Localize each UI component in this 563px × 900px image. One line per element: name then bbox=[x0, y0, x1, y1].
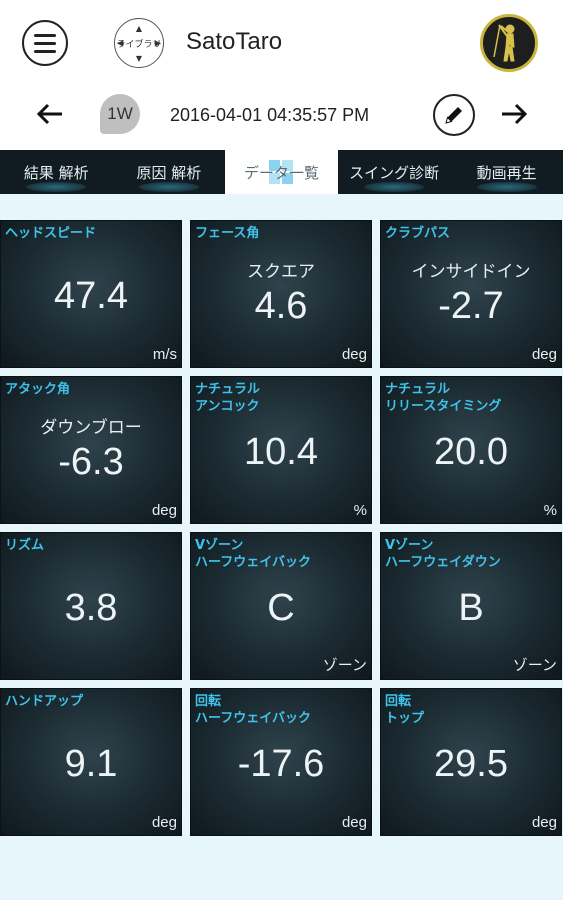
arrow-left-icon[interactable] bbox=[30, 94, 70, 134]
metric-tile-rotation-halfway-back[interactable]: 回転 ハーフウェイバック -17.6 deg bbox=[190, 688, 372, 836]
arrow-right-small-icon: ▶ bbox=[154, 38, 161, 48]
tab-video-playback[interactable]: 動画再生 bbox=[450, 150, 563, 194]
metric-title: Vゾーン ハーフウェイバック bbox=[195, 538, 311, 570]
tab-label: 結果 解析 bbox=[23, 163, 89, 182]
metric-unit: deg bbox=[341, 346, 367, 363]
metric-value: -17.6 bbox=[237, 743, 325, 785]
metric-title: フェース角 bbox=[195, 226, 260, 241]
metric-tile-hand-up[interactable]: ハンドアップ 9.1 deg bbox=[0, 688, 182, 836]
metric-tile-head-speed[interactable]: ヘッドスピード 47.4 m/s bbox=[0, 220, 182, 368]
tab-label: データ一覧 bbox=[243, 163, 319, 182]
golfer-silhouette-icon bbox=[493, 24, 515, 62]
tab-glow bbox=[476, 182, 537, 192]
metric-value: -2.7 bbox=[438, 285, 504, 327]
data-grid: ヘッドスピード 47.4 m/s フェース角 スクエア 4.6 deg クラブパ… bbox=[0, 194, 563, 900]
metric-title: Vゾーン ハーフウェイダウン bbox=[385, 538, 501, 570]
tab-data-list[interactable]: データ一覧 bbox=[225, 150, 338, 194]
metric-unit: % bbox=[543, 502, 557, 519]
hamburger-line bbox=[34, 33, 56, 37]
hamburger-line bbox=[34, 49, 56, 53]
menu-button[interactable] bbox=[22, 20, 68, 66]
metric-tile-vzone-halfway-down[interactable]: Vゾーン ハーフウェイダウン B ゾーン bbox=[380, 532, 562, 680]
metric-title: クラブパス bbox=[385, 226, 451, 241]
pencil-icon bbox=[445, 107, 462, 124]
metric-unit: deg bbox=[341, 814, 367, 831]
metric-title: ナチュラル リリースタイミング bbox=[385, 382, 502, 414]
tab-glow bbox=[138, 182, 199, 192]
metric-value: B bbox=[458, 587, 484, 629]
metric-title: リズム bbox=[5, 538, 45, 553]
metric-title: ヘッドスピード bbox=[5, 226, 97, 241]
tab-cause-analysis[interactable]: 原因 解析 bbox=[113, 150, 226, 194]
metric-title: 回転 トップ bbox=[385, 694, 425, 726]
tab-swing-diagnosis[interactable]: スイング診断 bbox=[338, 150, 451, 194]
metric-tile-rhythm[interactable]: リズム 3.8 bbox=[0, 532, 182, 680]
username: SatoTaro bbox=[186, 28, 283, 55]
shot-navigation: 1W 2016-04-01 04:35:57 PM bbox=[0, 88, 563, 146]
metric-value: 20.0 bbox=[434, 431, 508, 473]
metric-unit: % bbox=[353, 502, 367, 519]
metric-value: 9.1 bbox=[64, 743, 118, 785]
tab-glow bbox=[26, 182, 87, 192]
shot-datetime: 2016-04-01 04:35:57 PM bbox=[170, 105, 370, 125]
metric-unit: ゾーン bbox=[322, 657, 367, 674]
metric-unit: deg bbox=[151, 502, 177, 519]
metric-unit: deg bbox=[531, 814, 557, 831]
tab-glow bbox=[364, 182, 425, 192]
library-button[interactable]: ▲ ▼ ◀ ▶ ライブラリ bbox=[114, 18, 164, 68]
metric-tile-natural-release-timing[interactable]: ナチュラル リリースタイミング 20.0 % bbox=[380, 376, 562, 524]
metric-title: アタック角 bbox=[5, 382, 71, 397]
tab-result-analysis[interactable]: 結果 解析 bbox=[0, 150, 113, 194]
metric-unit: deg bbox=[531, 346, 557, 363]
arrow-left-small-icon: ◀ bbox=[117, 38, 124, 48]
tab-bar: 結果 解析 原因 解析 データ一覧 スイング診断 動画再生 bbox=[0, 150, 563, 194]
metric-value: C bbox=[267, 587, 295, 629]
tab-label: 動画再生 bbox=[476, 163, 537, 182]
metric-unit: m/s bbox=[152, 346, 177, 363]
club-badge: 1W bbox=[100, 94, 140, 134]
app-header: ▲ ▼ ◀ ▶ ライブラリ SatoTaro 1W 2016-04-01 04:… bbox=[0, 0, 563, 150]
club-label: 1W bbox=[107, 104, 133, 123]
arrow-right-icon[interactable] bbox=[494, 94, 534, 134]
metric-subtitle: スクエア bbox=[247, 262, 315, 282]
metric-value: 47.4 bbox=[54, 275, 128, 317]
metric-subtitle: ダウンブロー bbox=[40, 418, 142, 438]
metric-tile-club-path[interactable]: クラブパス インサイドイン -2.7 deg bbox=[380, 220, 562, 368]
metric-tile-rotation-top[interactable]: 回転 トップ 29.5 deg bbox=[380, 688, 562, 836]
metric-tile-natural-uncock[interactable]: ナチュラル アンコック 10.4 % bbox=[190, 376, 372, 524]
metric-tile-attack-angle[interactable]: アタック角 ダウンブロー -6.3 deg bbox=[0, 376, 182, 524]
golfer-avatar-icon[interactable] bbox=[480, 14, 538, 72]
edit-button[interactable] bbox=[433, 94, 475, 136]
metric-unit: ゾーン bbox=[512, 657, 557, 674]
tab-label: 原因 解析 bbox=[136, 163, 202, 182]
metric-subtitle: インサイドイン bbox=[411, 262, 531, 282]
metric-title: 回転 ハーフウェイバック bbox=[195, 694, 311, 726]
arrow-up-icon: ▲ bbox=[135, 24, 143, 33]
metric-value: 3.8 bbox=[64, 587, 118, 629]
metric-title: ハンドアップ bbox=[5, 694, 84, 709]
arrow-down-icon: ▼ bbox=[135, 54, 143, 63]
metric-value: 4.6 bbox=[254, 285, 308, 327]
metric-value: 29.5 bbox=[434, 743, 508, 785]
metric-unit: deg bbox=[151, 814, 177, 831]
metric-title: ナチュラル アンコック bbox=[195, 382, 261, 414]
metric-tile-vzone-halfway-back[interactable]: Vゾーン ハーフウェイバック C ゾーン bbox=[190, 532, 372, 680]
metric-tile-face-angle[interactable]: フェース角 スクエア 4.6 deg bbox=[190, 220, 372, 368]
hamburger-line bbox=[34, 41, 56, 45]
tab-label: スイング診断 bbox=[349, 163, 440, 182]
metric-value: -6.3 bbox=[58, 441, 124, 483]
metric-value: 10.4 bbox=[244, 431, 318, 473]
